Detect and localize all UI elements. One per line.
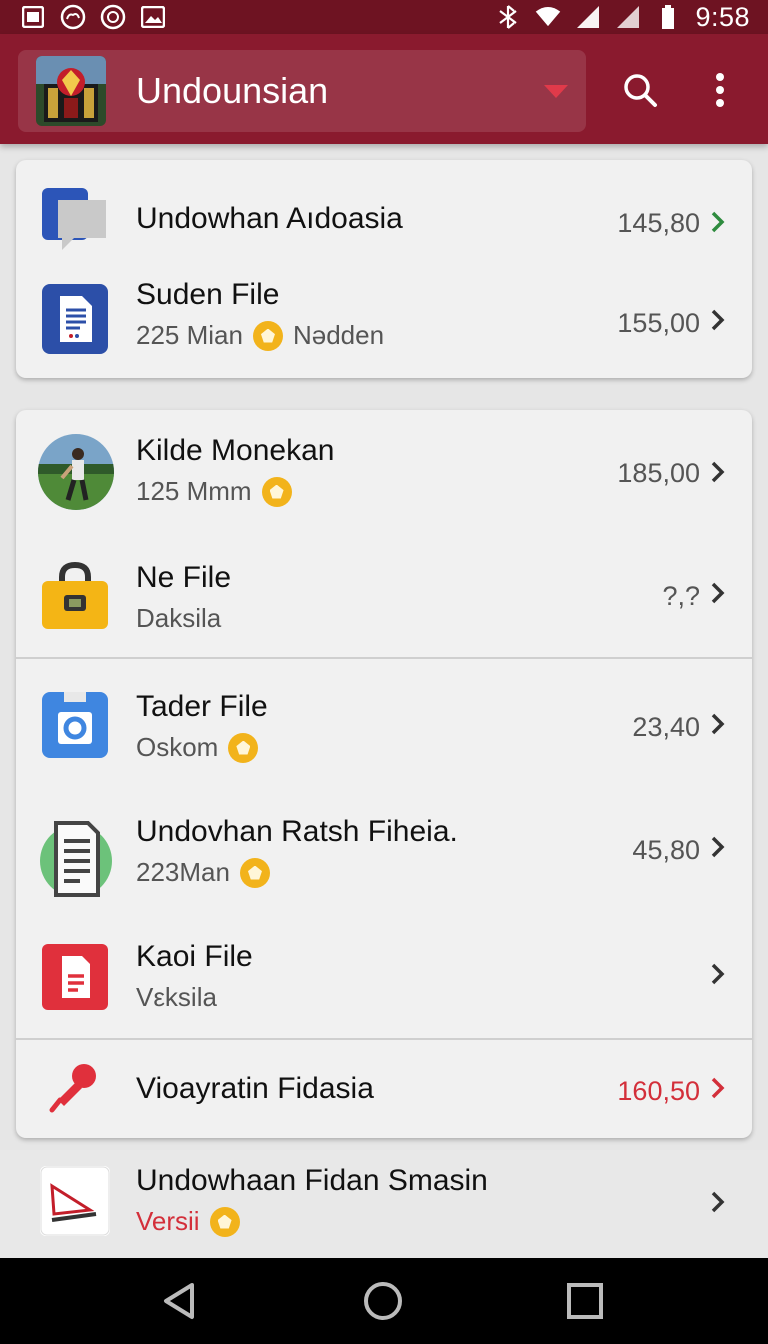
app-bar: Undounsian [0,34,768,144]
item-subtitle: 125 Mmm [136,476,252,506]
item-title: Kaoi File [136,940,253,973]
list-item[interactable]: Undowhan Aıdoasia 145,80 [16,172,752,272]
item-value: 145,80 [617,208,700,238]
chevron-right-icon [710,208,726,236]
search-icon [622,72,658,113]
pen-sign-icon [40,1166,110,1236]
file-card-1: Undowhan Aıdoasia 145,80 Suden File 225 … [16,160,752,378]
item-value: 45,80 [632,835,700,865]
home-button[interactable] [358,1278,408,1328]
item-subtitle: Vεksila [136,982,217,1012]
account-spinner[interactable]: Undounsian [18,50,586,132]
home-icon [363,1281,403,1326]
app-logo [36,56,106,126]
chevron-right-icon [710,458,726,486]
navigation-bar [0,1258,768,1344]
item-title: Undowhaan Fidan Smasin [136,1164,488,1197]
item-value: 185,00 [617,458,700,488]
more-options-button[interactable] [690,62,750,122]
clock: 9:58 [695,1,750,32]
signal-icon [615,4,641,30]
item-title: Vioayratin Fidasia [136,1072,374,1105]
lock-icon [40,561,110,631]
item-title: Tader File [136,690,268,723]
bluetooth-icon [495,4,521,30]
chevron-right-icon [710,1188,726,1216]
camera-icon [40,690,110,760]
chevron-right-icon [710,833,726,861]
list-item[interactable]: Kaoi File Vεksila [16,910,752,1035]
list-item[interactable]: Undowhaan Fidan Smasin Versii [0,1150,768,1260]
list-item[interactable]: Tader File Oskom 23,40 [16,660,752,785]
item-subtitle: Daksila [136,603,222,633]
item-subtitle-extra: Nədden [292,320,385,350]
chevron-right-icon [710,579,726,607]
chevron-right-icon [710,306,726,334]
item-value: 155,00 [617,308,700,338]
item-title: Suden File [136,278,280,311]
file-card-2: Kilde Monekan 125 Mmm 185,00 Ne File Dak… [16,410,752,1138]
list-item[interactable]: Kilde Monekan 125 Mmm 185,00 [16,410,752,535]
gold-badge-icon [252,320,283,351]
search-button[interactable] [610,62,670,122]
item-title: Kilde Monekan [136,434,335,467]
chevron-right-icon [710,960,726,988]
status-bar: 9:58 [0,0,768,34]
item-subtitle: Versii [136,1206,200,1236]
item-value: 23,40 [632,712,700,742]
more-vert-icon [714,72,726,113]
gold-badge-icon [228,732,259,763]
image-icon [20,4,46,30]
recents-icon [567,1282,603,1324]
item-subtitle: Oskom [136,732,219,762]
item-title: Ne File [136,561,232,594]
chat-icon [40,184,110,254]
dropdown-arrow-icon [544,84,568,98]
chevron-right-icon [710,710,726,738]
chevron-right-icon [710,1074,726,1102]
list-item[interactable]: Ne File Daksila ?,? [16,535,752,657]
item-subtitle: 225 Mian [136,320,243,350]
item-value: 160,50 [617,1076,700,1106]
back-button[interactable] [154,1278,204,1328]
battery-icon [655,4,681,30]
gold-badge-icon [261,476,292,507]
item-value: ?,? [662,581,700,611]
list-item[interactable]: Suden File 225 Mian Nədden 155,00 [16,272,752,372]
sync-icon [100,4,126,30]
photo-icon [140,4,166,30]
gold-badge-icon [239,857,270,888]
list-item[interactable]: Vioayratin Fidasia 160,50 [16,1040,752,1138]
item-subtitle: 223Man [136,857,230,887]
pin-icon [40,1054,110,1124]
document-icon [40,284,110,354]
cloud-icon [60,4,86,30]
back-icon [162,1281,196,1326]
signal-icon [575,4,601,30]
photo-thumbnail [38,434,114,510]
wifi-icon [535,4,561,30]
divider [16,657,752,659]
pdf-file-icon [40,942,110,1012]
clipboard-icon [38,815,114,897]
list-item[interactable]: Undovhan Ratsh Fiheia. 223Man 45,80 [16,785,752,910]
item-title: Undowhan Aıdoasia [136,202,403,235]
recents-button[interactable] [560,1278,610,1328]
item-title: Undovhan Ratsh Fiheia. [136,815,458,848]
app-title: Undounsian [136,70,329,111]
gold-badge-icon [209,1206,240,1237]
